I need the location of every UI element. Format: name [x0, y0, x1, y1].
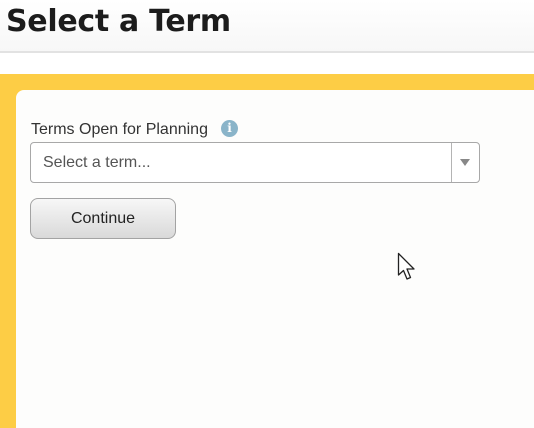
caret-down-icon[interactable] — [460, 159, 470, 166]
term-select[interactable]: Select a term... — [30, 142, 480, 183]
term-field-label: Terms Open for Planning — [31, 121, 208, 138]
page-header: Select a Term — [0, 0, 534, 53]
term-select-placeholder: Select a term... — [43, 154, 151, 171]
mouse-cursor-icon — [397, 252, 415, 280]
page-title: Select a Term — [6, 4, 231, 39]
info-icon[interactable]: i — [220, 119, 238, 137]
term-field-label-row: Terms Open for Planning i — [31, 119, 238, 141]
term-select-divider — [451, 143, 452, 182]
continue-button[interactable]: Continue — [30, 198, 176, 239]
